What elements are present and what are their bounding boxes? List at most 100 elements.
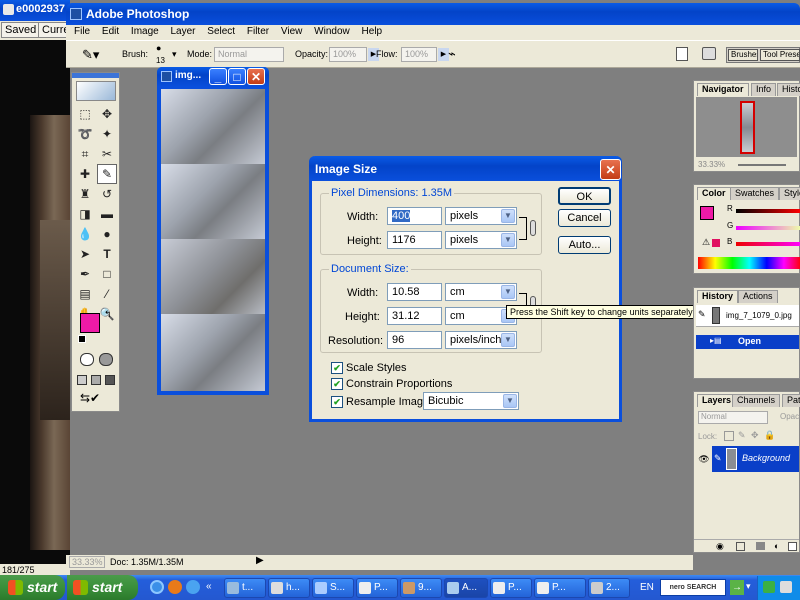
menu-select[interactable]: Select [207,26,235,37]
menu-help[interactable]: Help [362,26,383,37]
quick-mask-icon[interactable] [99,353,113,366]
tab-actions[interactable]: Actions [738,290,778,303]
menu-edit[interactable]: Edit [102,26,119,37]
opacity-field[interactable]: 100% [329,47,367,62]
history-snapshot[interactable]: ✎ img_7_1079_0.jpg [696,305,799,327]
layer-background[interactable]: 👁 ✎ Background [696,446,799,472]
tab-styles[interactable]: Style [779,187,800,200]
auto-button[interactable]: Auto... [558,236,611,254]
left-window-titlebar[interactable]: e0002937 [0,0,70,21]
tab-paths[interactable]: Pat [782,394,800,407]
lock-position-icon[interactable]: ✥ [751,430,759,441]
taskbar-item-1[interactable]: t... [224,578,266,598]
search-go-button[interactable]: → [730,580,744,595]
screen-mode-full-icon[interactable] [105,375,115,385]
resample-method-select[interactable]: Bicubic ▼ [423,392,519,410]
color-ramp[interactable] [698,257,800,269]
tab-layers[interactable]: Layers [697,394,737,407]
navigator-zoom-slider[interactable] [738,164,786,166]
jump-to-imageready-icon[interactable]: ⇆✔ [80,391,114,407]
resample-image-checkbox[interactable]: ✔ [331,396,343,408]
ok-button[interactable]: OK [558,187,611,205]
swap-colors-icon[interactable]: ↰ [104,309,112,320]
brush-preview-icon[interactable]: ● [156,43,161,53]
blur-tool-icon[interactable]: 💧 [75,224,95,244]
doc-width-unit-select[interactable]: cm ▼ [445,283,517,301]
eyedropper-tool-icon[interactable]: ⁄ [97,284,117,304]
blend-mode-select[interactable]: Normal [698,411,768,424]
doc-close-button[interactable]: ✕ [247,68,265,85]
history-brush-tool-icon[interactable]: ↺ [97,184,117,204]
resolution-unit-select[interactable]: pixels/inch ▼ [445,331,517,349]
dodge-tool-icon[interactable]: ● [97,224,117,244]
language-indicator[interactable]: EN [640,582,654,593]
dialog-titlebar[interactable]: Image Size [309,156,622,181]
navigator-zoom[interactable]: 33.33% [698,160,725,169]
lock-transparency-icon[interactable] [724,431,734,441]
magic-wand-tool-icon[interactable]: ✦ [97,124,117,144]
menu-image[interactable]: Image [131,26,159,37]
tab-swatches[interactable]: Swatches [730,187,780,200]
new-layer-icon[interactable] [788,542,797,551]
dialog-close-button[interactable]: ✕ [600,159,621,180]
foreground-color-swatch[interactable] [80,313,100,333]
menu-window[interactable]: Window [314,26,350,37]
scale-styles-checkbox[interactable]: ✔ [331,362,343,374]
shape-tool-icon[interactable]: □ [97,264,117,284]
photoshop-titlebar[interactable]: Adobe Photoshop [66,3,800,25]
nero-search-box[interactable]: nero SEARCH [660,579,726,596]
default-colors-icon[interactable] [78,335,86,343]
palette-tab-tool-presets[interactable]: Tool Prese [760,49,800,61]
layer-style-icon[interactable]: ◉ [716,541,724,552]
menu-layer[interactable]: Layer [171,26,196,37]
menu-view[interactable]: View [281,26,303,37]
brush-tool-icon[interactable]: ✎▾ [82,47,99,63]
menu-filter[interactable]: Filter [247,26,269,37]
new-set-icon[interactable] [756,542,765,550]
notes-tool-icon[interactable]: ▤ [75,284,95,304]
taskbar-item-2[interactable]: h... [268,578,310,598]
brush-dropdown-icon[interactable]: ▾ [172,49,177,60]
tab-navigator[interactable]: Navigator [697,83,749,96]
adjustment-layer-icon[interactable]: ◐ [774,541,779,551]
palette-tab-brushes[interactable]: Brushes [728,49,758,61]
marquee-tool-icon[interactable]: ⬚ [75,104,95,124]
doc-height-input[interactable]: 31.12 [387,307,442,325]
doc-width-input[interactable]: 10.58 [387,283,442,301]
b-slider[interactable] [736,242,800,246]
tab-history[interactable]: History [697,290,739,303]
clone-stamp-tool-icon[interactable]: ♜ [75,184,95,204]
resolution-input[interactable]: 96 [387,331,442,349]
quicklaunch-ie-icon[interactable] [150,580,164,594]
eraser-tool-icon[interactable]: ◨ [75,204,95,224]
quicklaunch-extra-icon[interactable] [186,580,200,594]
screen-mode-standard-icon[interactable] [77,375,87,385]
tab-info[interactable]: Info [751,83,777,96]
taskbar-item-9[interactable]: 2... [588,578,630,598]
tab-color[interactable]: Color [697,187,731,200]
pixel-height-unit-select[interactable]: pixels ▼ [445,231,517,249]
start-button[interactable]: start [67,575,138,600]
standard-mode-icon[interactable] [80,353,94,366]
mode-select[interactable]: Normal [214,47,284,62]
quicklaunch-expand-icon[interactable]: « [206,581,212,592]
flow-field[interactable]: 100% [401,47,437,62]
lock-image-icon[interactable]: ✎ [738,430,746,441]
gamut-swatch[interactable] [712,239,720,247]
tray-network-icon[interactable] [763,581,775,593]
taskbar-item-5[interactable]: 9... [400,578,442,598]
lock-all-icon[interactable]: 🔒 [764,430,775,441]
menu-file[interactable]: File [74,26,90,37]
pixel-width-input[interactable]: 400 [387,207,442,225]
quicklaunch-firefox-icon[interactable] [168,580,182,594]
print-icon[interactable] [702,47,716,60]
start-button-left[interactable]: start [0,575,65,600]
taskbar-item-4[interactable]: P... [356,578,398,598]
brush-tool-icon-active[interactable]: ✎ [97,164,117,184]
taskbar-item-3[interactable]: S... [312,578,354,598]
layer-mask-icon[interactable] [736,542,745,551]
crop-tool-icon[interactable]: ⌗ [75,144,95,164]
search-dropdown-icon[interactable]: ▾ [746,581,751,592]
gradient-tool-icon[interactable]: ▬ [97,204,117,224]
taskbar-item-8[interactable]: P... [534,578,586,598]
